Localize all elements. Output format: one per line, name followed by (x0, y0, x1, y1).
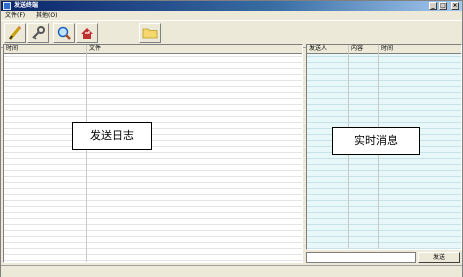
message-input[interactable] (306, 252, 416, 263)
pencil-icon (8, 25, 22, 40)
menu-bar: 文件(F) 其他(O) (1, 11, 462, 20)
key-icon (32, 26, 45, 40)
column-header-file[interactable]: 文件 (87, 45, 101, 53)
toolbar-button-folder[interactable] (139, 23, 161, 43)
title-bar[interactable]: 发送终端 _ □ × (1, 1, 462, 11)
folder-icon (142, 28, 158, 39)
send-log-header: 时间 文件 (4, 45, 302, 54)
realtime-message-label: 实时消息 (332, 127, 420, 155)
main-window: 发送终端 _ □ × 文件(F) 其他(O) 时间 文件 发送人 内容 时间 发… (0, 0, 463, 277)
menu-file[interactable]: 文件(F) (5, 11, 25, 20)
column-header-sender[interactable]: 发送人 (307, 45, 327, 53)
message-header: 发送人 内容 时间 (307, 45, 461, 54)
toolbar-button-pencil[interactable] (4, 23, 26, 43)
send-log-label: 发送日志 (72, 122, 152, 150)
close-button[interactable]: × (451, 2, 459, 10)
maximize-button[interactable]: □ (439, 2, 447, 10)
column-header-time[interactable]: 时间 (379, 45, 393, 53)
send-log-list[interactable]: 时间 文件 (3, 44, 303, 263)
status-bar (1, 265, 462, 277)
menu-other[interactable]: 其他(O) (36, 11, 57, 20)
minimize-button[interactable]: _ (429, 2, 437, 10)
toolbar-button-search[interactable] (53, 23, 75, 43)
app-icon (3, 2, 11, 10)
send-icon (81, 28, 93, 39)
send-button[interactable]: 发送 (418, 252, 460, 263)
column-divider (86, 45, 87, 262)
window-title: 发送终端 (14, 2, 39, 9)
toolbar-button-key[interactable] (27, 23, 49, 43)
toolbar-button-send[interactable] (76, 23, 98, 43)
search-icon (57, 26, 71, 40)
column-header-time[interactable]: 时间 (4, 45, 18, 53)
column-header-content[interactable]: 内容 (349, 45, 363, 53)
